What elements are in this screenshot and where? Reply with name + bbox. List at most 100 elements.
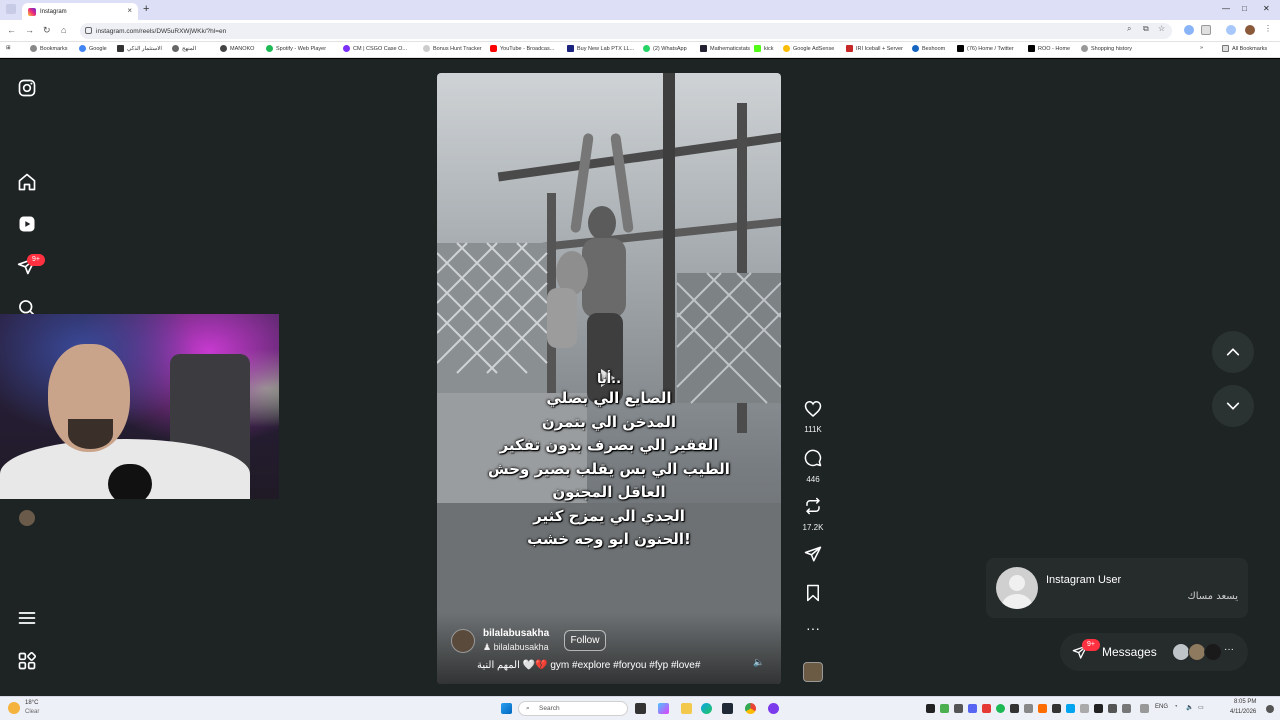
next-reel-button[interactable]: [1212, 385, 1254, 427]
tray-overflow-icon[interactable]: [1140, 704, 1149, 713]
address-bar[interactable]: instagram.com/reels/DW5uRXWjWKk/?hl=en: [80, 23, 1172, 39]
home-icon[interactable]: [17, 172, 37, 192]
tray-icon[interactable]: [1024, 704, 1033, 713]
tab-close-icon[interactable]: ×: [127, 6, 132, 15]
repost-button[interactable]: 17.2K: [800, 497, 826, 532]
tray-icon[interactable]: [1066, 704, 1075, 713]
weather-moon-icon[interactable]: [8, 702, 20, 714]
tray-icon[interactable]: [982, 704, 991, 713]
tray-icon[interactable]: [996, 704, 1005, 713]
bookmark-item[interactable]: ROO - Home: [1028, 45, 1070, 52]
tab-search-menu-icon[interactable]: [6, 4, 16, 14]
reels-icon[interactable]: [17, 214, 37, 234]
bookmark-item[interactable]: الاستثمار الذكي: [117, 45, 162, 52]
tray-icon[interactable]: [1122, 704, 1131, 713]
edge-icon[interactable]: [701, 703, 712, 714]
weather-temperature[interactable]: 18°C: [25, 700, 38, 706]
tray-icon[interactable]: [1108, 704, 1117, 713]
tray-icon[interactable]: [954, 704, 963, 713]
downloads-icon[interactable]: [1226, 25, 1236, 35]
taskbar-search-box[interactable]: ⌕ Search: [518, 701, 628, 716]
browser-menu-icon[interactable]: ⋮: [1264, 24, 1272, 33]
app-icon[interactable]: [768, 703, 779, 714]
bookmark-item[interactable]: kick: [754, 45, 773, 52]
window-close-button[interactable]: ✕: [1263, 4, 1270, 13]
bookmark-item[interactable]: MANOKO: [220, 45, 254, 52]
cast-icon[interactable]: ⧉: [1143, 24, 1149, 34]
battery-icon[interactable]: ▭: [1198, 704, 1204, 711]
chrome-icon[interactable]: [745, 703, 756, 714]
bookmark-item[interactable]: (2) WhatsApp: [643, 45, 687, 52]
message-notification-card[interactable]: Instagram User يسعد مساك: [986, 558, 1248, 618]
input-language[interactable]: ENG: [1155, 704, 1168, 710]
all-bookmarks-folder[interactable]: All Bookmarks: [1222, 45, 1267, 52]
bookmark-item[interactable]: Shopping history: [1081, 45, 1132, 52]
profile-avatar[interactable]: [1245, 25, 1255, 35]
window-maximize-button[interactable]: □: [1242, 4, 1247, 13]
bookmark-item[interactable]: Beshoom: [912, 45, 945, 52]
tray-icon[interactable]: [1080, 704, 1089, 713]
instagram-logo-icon[interactable]: [17, 78, 37, 98]
reel-caption[interactable]: المهم النية 🤍💔 gym #explore #foryou #fyp…: [477, 660, 737, 671]
comment-button[interactable]: 446: [800, 449, 826, 484]
notifications-icon[interactable]: [1266, 705, 1274, 713]
previous-reel-button[interactable]: [1212, 331, 1254, 373]
more-menu-icon[interactable]: [17, 608, 37, 628]
bookmark-item[interactable]: Buy New Lab PTX LL...: [567, 45, 634, 52]
copilot-icon[interactable]: [658, 703, 669, 714]
bookmark-item[interactable]: IRI Iceball + Server: [846, 45, 903, 52]
tray-icon[interactable]: [940, 704, 949, 713]
app-icon[interactable]: [722, 703, 733, 714]
follow-button[interactable]: Follow: [564, 630, 606, 651]
bookmark-item[interactable]: CM | CSGO Case O...: [343, 45, 407, 52]
browser-tab-instagram[interactable]: Instagram ×: [22, 3, 138, 20]
extension-icon[interactable]: [1184, 25, 1194, 35]
author-username[interactable]: bilalabusakha: [483, 628, 549, 639]
bookmark-star-icon[interactable]: ☆: [1158, 24, 1165, 33]
reload-button[interactable]: ↻: [43, 25, 51, 36]
bookmark-item[interactable]: Bookmarks: [30, 45, 68, 52]
tray-icon[interactable]: [1052, 704, 1061, 713]
tray-icon[interactable]: [1094, 704, 1103, 713]
bookmark-item[interactable]: Google AdSense: [783, 45, 834, 52]
more-options-icon[interactable]: ···: [1224, 644, 1234, 655]
clock-date[interactable]: 4/11/2026: [1230, 709, 1256, 715]
bookmark-item[interactable]: المنهج: [172, 45, 196, 52]
site-info-icon[interactable]: [85, 27, 92, 34]
bookmarks-overflow-icon[interactable]: »: [1200, 45, 1203, 51]
more-options-icon[interactable]: ···: [800, 621, 826, 635]
messages-button[interactable]: 9+ Messages ···: [1060, 633, 1248, 671]
bookmark-item[interactable]: YouTube - Broadcas...: [490, 45, 554, 52]
share-button[interactable]: [800, 545, 826, 568]
bookmark-item[interactable]: Spotify - Web Player: [266, 45, 326, 52]
author-audio-label[interactable]: ♟ bilalabusakha: [483, 642, 549, 653]
windows-start-icon[interactable]: [501, 703, 512, 714]
tray-icon[interactable]: [1038, 704, 1047, 713]
extensions-puzzle-icon[interactable]: [1201, 25, 1211, 35]
new-tab-button[interactable]: +: [143, 3, 149, 15]
clock-time[interactable]: 8:05 PM: [1234, 699, 1256, 705]
tray-icon[interactable]: [968, 704, 977, 713]
apps-grid-icon[interactable]: ⊞: [6, 45, 11, 51]
task-view-icon[interactable]: [635, 703, 646, 714]
bookmark-item[interactable]: Mathematicstats: [700, 45, 750, 52]
bookmark-item[interactable]: Google: [79, 45, 107, 52]
save-button[interactable]: [800, 584, 826, 607]
volume-icon[interactable]: 🔈: [1186, 704, 1193, 711]
home-button[interactable]: ⌂: [61, 25, 66, 35]
mute-icon[interactable]: 🔈: [753, 657, 764, 668]
tray-icon[interactable]: [1010, 704, 1019, 713]
audio-thumbnail[interactable]: [803, 662, 823, 682]
profile-avatar[interactable]: [19, 510, 35, 526]
bookmark-item[interactable]: (76) Home / Twitter: [957, 45, 1014, 52]
author-avatar[interactable]: [451, 629, 475, 653]
like-button[interactable]: 111K: [800, 400, 826, 434]
forward-button[interactable]: →: [25, 25, 34, 35]
window-minimize-button[interactable]: —: [1222, 4, 1230, 13]
wifi-icon[interactable]: ◔: [1174, 704, 1178, 710]
tray-icon[interactable]: [926, 704, 935, 713]
bookmark-item[interactable]: Bonus Hunt Tracker: [423, 45, 482, 52]
zoom-icon[interactable]: ⌕: [1127, 24, 1131, 34]
reel-video[interactable]: أنا.. الصايع الي بصلي المدخن الي بتمرن ا…: [437, 73, 781, 684]
also-from-meta-icon[interactable]: [17, 651, 37, 671]
